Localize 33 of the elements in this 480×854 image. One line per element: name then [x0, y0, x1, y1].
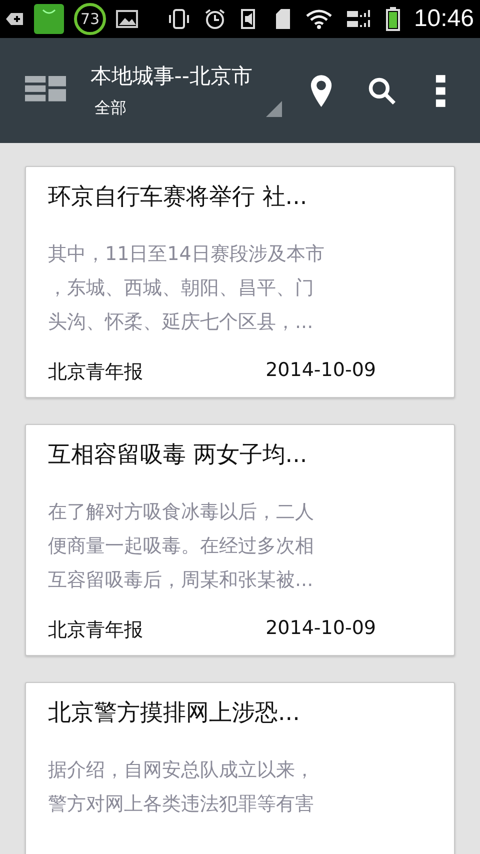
alarm-icon [204, 8, 226, 30]
news-date: 2014-10-09 [266, 617, 376, 641]
news-title: 环京自行车赛将举行 社... [48, 183, 308, 212]
notification-icon [6, 12, 24, 26]
clock-time: 10:46 [414, 5, 474, 33]
news-summary: 警方对网上各类违法犯罪等有害 [48, 792, 315, 817]
news-summary: 其中，11日至14日赛段涉及本市 [48, 242, 326, 267]
vibrate-icon [168, 8, 190, 30]
overflow-menu-icon[interactable] [434, 74, 446, 108]
image-icon [116, 10, 138, 28]
battery-icon [386, 7, 400, 31]
location-pin-icon[interactable] [310, 72, 333, 108]
news-summary: ，东城、西城、朝阳、昌平、门 [48, 276, 315, 301]
signal-icon [346, 9, 372, 29]
news-card[interactable]: 北京警方摸排网上涉恐... 据介绍，自网安总队成立以来， 警方对网上各类违法犯罪等有害 [25, 682, 455, 854]
news-source: 北京青年报 [48, 360, 143, 385]
news-title: 互相容留吸毒 两女子均... [48, 441, 308, 470]
news-card[interactable]: 环京自行车赛将举行 社... 其中，11日至14日赛段涉及本市 ，东城、西城、朝阳、昌平、门 头沟、怀柔、延庆七个区县，... 北京青年报 2014-10-09 [25, 166, 455, 398]
news-date: 2014-10-09 [266, 359, 376, 383]
wifi-icon [306, 9, 332, 29]
news-source: 北京青年报 [48, 618, 143, 643]
news-summary: 据介绍，自网安总队成立以来， [48, 758, 315, 783]
dropdown-triangle-icon [266, 101, 282, 117]
shopping-bag-icon [34, 4, 64, 34]
category-dropdown[interactable]: 全部 [90, 98, 282, 119]
progress-badge: 73 [74, 3, 106, 35]
news-title: 北京警方摸排网上涉恐... [48, 699, 301, 728]
news-summary: 互容留吸毒后，周某和张某被... [48, 568, 314, 593]
app-title: 本地城事--北京市 [90, 63, 254, 90]
news-card[interactable]: 互相容留吸毒 两女子均... 在了解对方吸食冰毒以后，二人 便商量一起吸毒。在经过多次相 互容留吸毒后，周某和张某被... 北京青年报 2014-10-09 [25, 424, 455, 656]
news-summary: 便商量一起吸毒。在经过多次相 [48, 534, 315, 559]
news-summary: 在了解对方吸食冰毒以后，二人 [48, 500, 315, 525]
news-summary: 头沟、怀柔、延庆七个区县，... [48, 310, 314, 335]
